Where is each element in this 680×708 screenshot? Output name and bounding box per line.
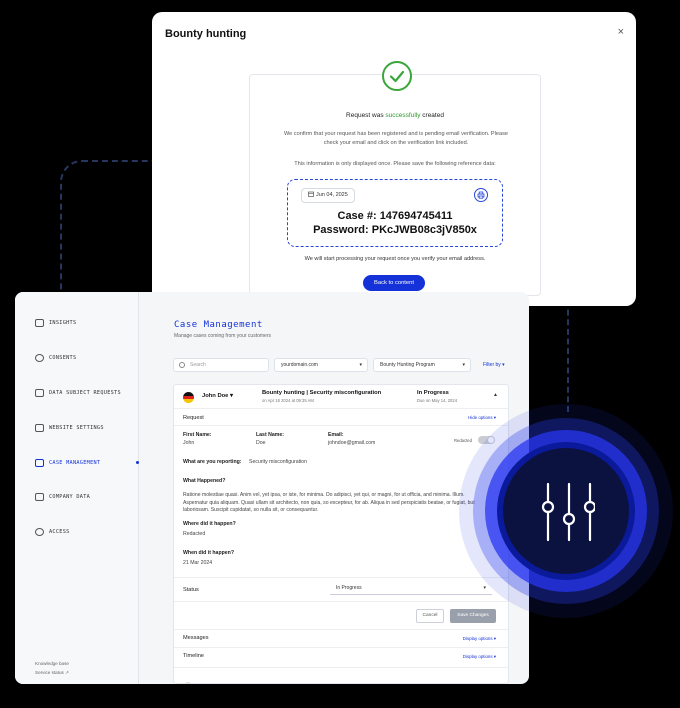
messages-label: Messages [183,635,209,641]
reference-data-box: Jun 04, 2025 Case #: 147694745411 Passwo… [287,179,503,247]
chevron-down-icon: ▾ [462,362,465,368]
sidebar-item-access[interactable]: ACCESS [35,526,70,538]
reporting-label: What are you reporting: [183,459,242,465]
last-name-label: Last Name: [256,432,284,438]
case-management-app: INSIGHTS CONSENTS DATA SUBJECT REQUESTS … [15,292,529,684]
connector-line-left [60,160,156,300]
success-word: successfully [385,112,421,119]
first-name-label: First Name: [183,432,212,438]
divider [174,647,508,648]
check-circle-icon [382,61,412,91]
bounty-hunting-modal: Bounty hunting × Request was successfull… [152,12,636,306]
messages-display-options[interactable]: Display options ▾ [463,636,496,642]
case-management-icon [35,458,44,467]
germany-flag-icon [183,392,194,403]
redacted-toggle-label: Redacted [454,438,472,443]
reporting-value: Security misconfiguration [249,459,307,465]
company-data-icon [35,492,44,501]
what-happened-label: What Happened? [183,478,226,484]
case-person: John Doe ▾ [202,393,233,399]
sidebar-item-company-data[interactable]: COMPANY DATA [35,491,90,503]
print-icon[interactable] [474,188,488,202]
divider [174,577,508,578]
sliders-icon [539,478,597,546]
close-icon[interactable]: × [618,26,624,38]
calendar-icon [308,191,314,197]
knowledge-base-link[interactable]: Knowledge base [35,661,69,666]
chevron-down-icon: ▾ [359,362,362,368]
case-panel: John Doe ▾ Bounty hunting | Security mis… [173,384,509,684]
sidebar-item-consents[interactable]: CONSENTS [35,352,76,364]
request-label: Request [183,415,204,421]
divider [174,601,508,602]
access-icon [35,527,44,536]
next-case-row[interactable] [183,677,263,684]
last-name-value: Doe [256,440,266,446]
data-subject-requests-icon [35,388,44,397]
case-header[interactable]: John Doe ▾ Bounty hunting | Security mis… [174,385,508,409]
connector-line-right [567,300,569,412]
case-title: Bounty hunting | Security misconfigurati… [262,390,382,396]
processing-note: We will start processing your request on… [304,256,486,262]
cancel-button[interactable]: Cancel [416,609,444,623]
chevron-down-icon: ▾ [483,585,486,591]
domain-select[interactable]: yourdomain.com ▾ [274,358,368,372]
divider [174,667,508,668]
modal-title: Bounty hunting [165,28,247,40]
consents-icon [35,353,44,362]
email-value: johndoe@gmail.com [328,440,376,446]
divider [174,425,508,426]
filter-by-button[interactable]: Filter by ▾ [483,358,505,372]
password-text: Password: PKcJWB08c3jV850x [313,224,477,236]
search-input[interactable]: Search [173,358,269,372]
sidebar-item-data-subject-requests[interactable]: DATA SUBJECT REQUESTS [35,387,121,399]
info-once-text: This information is only displayed once.… [294,161,496,167]
case-due-date: Due on May 14, 2024 [417,398,458,403]
sidebar: INSIGHTS CONSENTS DATA SUBJECT REQUESTS … [15,292,139,684]
success-card: Request was successfully created We conf… [249,61,541,296]
divider [174,629,508,630]
what-happened-text: Ratione molestiae quasi. Anim vel, yet i… [183,492,475,514]
when-value: 21 Mar 2024 [183,560,213,566]
email-label: Email: [328,432,344,438]
program-select[interactable]: Bounty Hunting Program ▾ [373,358,471,372]
timeline-label: Timeline [183,653,204,659]
settings-sliders-button[interactable] [459,404,673,618]
first-name-value: John [183,440,195,446]
case-meta: on Apr 16 2024 at 09:35 AM [262,398,314,403]
sidebar-item-insights[interactable]: INSIGHTS [35,317,76,329]
service-status-link[interactable]: Service status ↗ [35,670,69,676]
request-status-text: Request was successfully created [346,112,444,119]
website-settings-icon [35,423,44,432]
date-badge: Jun 04, 2025 [301,188,355,203]
confirm-text: We confirm that your request has been re… [283,131,509,146]
sidebar-item-case-management[interactable]: CASE MANAGEMENT [35,457,100,469]
sidebar-item-website-settings[interactable]: WEBSITE SETTINGS [35,422,104,434]
case-number: Case #: 147694745411 [337,210,453,222]
status-select[interactable]: In Progress ▾ [330,581,492,595]
chevron-up-icon[interactable]: ▲ [493,392,498,398]
page-title: Case Management [174,320,263,330]
page-subtitle: Manage cases coming from your customers [174,333,271,339]
where-value: Redacted [183,531,206,537]
search-icon [179,362,185,368]
case-status: In Progress [417,390,449,396]
where-label: Where did it happen? [183,521,236,527]
insights-icon [35,318,44,327]
timeline-display-options[interactable]: Display options ▾ [463,654,496,660]
save-changes-button[interactable]: Save Changes [450,609,496,623]
status-label: Status [183,587,199,593]
back-to-content-button[interactable]: Back to content [363,275,425,291]
hide-options-link[interactable]: Hide options ▾ [468,415,496,421]
when-label: When did it happen? [183,550,235,556]
